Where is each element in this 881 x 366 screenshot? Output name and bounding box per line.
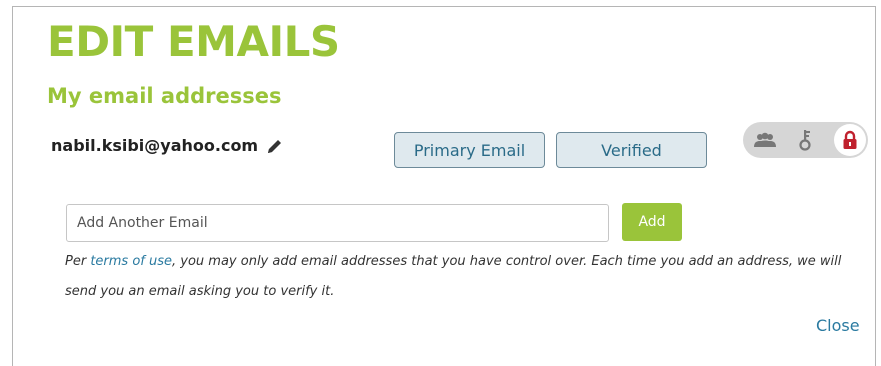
page-title: EDIT EMAILS xyxy=(47,17,340,66)
close-link[interactable]: Close xyxy=(816,316,860,335)
terms-note: Per terms of use, you may only add email… xyxy=(65,247,865,307)
note-prefix: Per xyxy=(65,254,91,269)
terms-of-use-link[interactable]: terms of use xyxy=(90,254,172,269)
email-entry: nabil.ksibi@yahoo.com xyxy=(51,136,284,155)
note-suffix: , you may only add email addresses that … xyxy=(65,254,842,299)
lock-icon[interactable] xyxy=(834,124,866,156)
email-address: nabil.ksibi@yahoo.com xyxy=(51,136,259,155)
users-icon[interactable] xyxy=(749,122,781,158)
pencil-icon[interactable] xyxy=(266,137,284,155)
verified-badge[interactable]: Verified xyxy=(556,132,707,168)
primary-email-button[interactable]: Primary Email xyxy=(394,132,545,168)
key-icon[interactable] xyxy=(790,122,820,158)
visibility-toggle xyxy=(743,122,868,158)
edit-emails-dialog: EDIT EMAILS My email addresses nabil.ksi… xyxy=(12,6,876,366)
section-subtitle: My email addresses xyxy=(47,84,282,108)
add-button[interactable]: Add xyxy=(622,203,682,241)
add-email-input[interactable] xyxy=(66,204,609,242)
add-email-form: Add xyxy=(66,203,682,242)
